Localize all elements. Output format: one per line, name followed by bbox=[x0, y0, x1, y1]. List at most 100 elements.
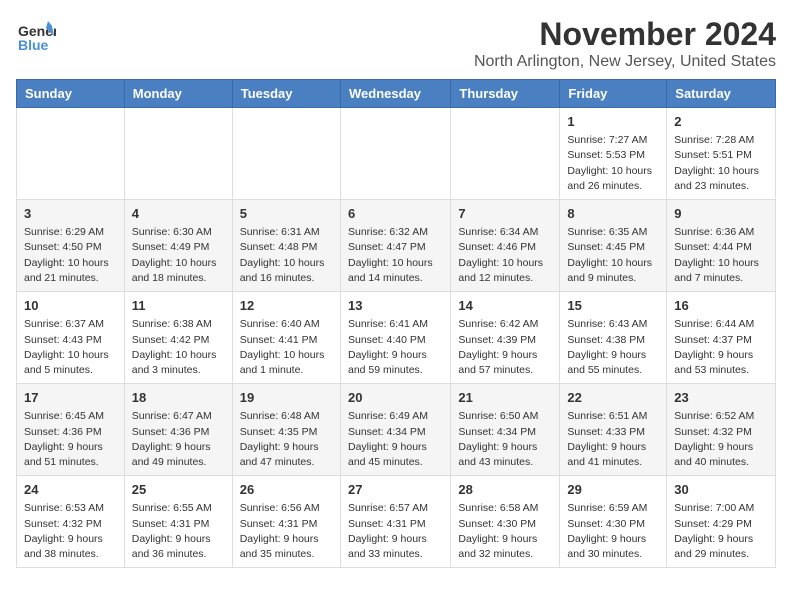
table-row: 6Sunrise: 6:32 AMSunset: 4:47 PMDaylight… bbox=[340, 200, 450, 292]
header-friday: Friday bbox=[560, 80, 667, 108]
table-row: 15Sunrise: 6:43 AMSunset: 4:38 PMDayligh… bbox=[560, 292, 667, 384]
day-number: 7 bbox=[458, 205, 552, 223]
day-number: 25 bbox=[132, 481, 225, 499]
table-row: 17 Sunrise: 6:45 AMSunset: 4:36 PMDayligh… bbox=[17, 384, 125, 476]
day-info: Sunrise: 6:53 AMSunset: 4:32 PMDaylight:… bbox=[24, 501, 117, 562]
table-row: 2Sunrise: 7:28 AMSunset: 5:51 PMDaylight… bbox=[667, 108, 776, 200]
day-number: 5 bbox=[240, 205, 333, 223]
calendar-week-5: 24 Sunrise: 6:53 AMSunset: 4:32 PMDayligh… bbox=[17, 476, 776, 568]
header-thursday: Thursday bbox=[451, 80, 560, 108]
calendar-week-1: 1 Sunrise: 7:27 AMSunset: 5:53 PMDaylight… bbox=[17, 108, 776, 200]
calendar-week-3: 10 Sunrise: 6:37 AMSunset: 4:43 PMDayligh… bbox=[17, 292, 776, 384]
day-number: 26 bbox=[240, 481, 333, 499]
day-number: 16 bbox=[674, 297, 768, 315]
day-number: 2 bbox=[674, 113, 768, 131]
day-info: Sunrise: 6:42 AMSunset: 4:39 PMDaylight:… bbox=[458, 317, 552, 378]
day-info: Sunrise: 6:37 AMSunset: 4:43 PMDaylight:… bbox=[24, 317, 117, 378]
month-title: November 2024 bbox=[474, 16, 776, 53]
day-info: Sunrise: 6:59 AMSunset: 4:30 PMDaylight:… bbox=[567, 501, 659, 562]
day-info: Sunrise: 6:38 AMSunset: 4:42 PMDaylight:… bbox=[132, 317, 225, 378]
day-number: 11 bbox=[132, 297, 225, 315]
table-row bbox=[340, 108, 450, 200]
table-row: 22 Sunrise: 6:51 AMSunset: 4:33 PMDayligh… bbox=[560, 384, 667, 476]
day-info: Sunrise: 6:29 AMSunset: 4:50 PMDaylight:… bbox=[24, 225, 117, 286]
table-row bbox=[17, 108, 125, 200]
header-saturday: Saturday bbox=[667, 80, 776, 108]
day-info: Sunrise: 6:48 AMSunset: 4:35 PMDaylight:… bbox=[240, 409, 333, 470]
day-number: 8 bbox=[567, 205, 659, 223]
table-row: 29Sunrise: 6:59 AMSunset: 4:30 PMDayligh… bbox=[560, 476, 667, 568]
table-row: 20 Sunrise: 6:49 AMSunset: 4:34 PMDayligh… bbox=[340, 384, 450, 476]
day-info: Sunrise: 6:56 AMSunset: 4:31 PMDaylight:… bbox=[240, 501, 333, 562]
location-subtitle: North Arlington, New Jersey, United Stat… bbox=[474, 53, 776, 71]
table-row: 10 Sunrise: 6:37 AMSunset: 4:43 PMDayligh… bbox=[17, 292, 125, 384]
day-info: Sunrise: 6:31 AMSunset: 4:48 PMDaylight:… bbox=[240, 225, 333, 286]
svg-text:Blue: Blue bbox=[18, 37, 49, 53]
table-row: 23Sunrise: 6:52 AMSunset: 4:32 PMDayligh… bbox=[667, 384, 776, 476]
table-row: 16 Sunrise: 6:44 AMSunset: 4:37 PMDayligh… bbox=[667, 292, 776, 384]
day-info: Sunrise: 6:44 AMSunset: 4:37 PMDaylight:… bbox=[674, 317, 768, 378]
day-number: 14 bbox=[458, 297, 552, 315]
day-info: Sunrise: 6:57 AMSunset: 4:31 PMDaylight:… bbox=[348, 501, 443, 562]
table-row: 28Sunrise: 6:58 AMSunset: 4:30 PMDayligh… bbox=[451, 476, 560, 568]
day-number: 19 bbox=[240, 389, 333, 407]
table-row: 12Sunrise: 6:40 AMSunset: 4:41 PMDayligh… bbox=[232, 292, 340, 384]
table-row: 3 Sunrise: 6:29 AMSunset: 4:50 PMDaylight… bbox=[17, 200, 125, 292]
day-number: 28 bbox=[458, 481, 552, 499]
day-info: Sunrise: 6:32 AMSunset: 4:47 PMDaylight:… bbox=[348, 225, 443, 286]
table-row: 9 Sunrise: 6:36 AMSunset: 4:44 PMDaylight… bbox=[667, 200, 776, 292]
table-row: 21 Sunrise: 6:50 AMSunset: 4:34 PMDayligh… bbox=[451, 384, 560, 476]
table-row: 8 Sunrise: 6:35 AMSunset: 4:45 PMDaylight… bbox=[560, 200, 667, 292]
day-number: 3 bbox=[24, 205, 117, 223]
table-row bbox=[232, 108, 340, 200]
page-header: General Blue November 2024 North Arlingt… bbox=[16, 16, 776, 71]
day-number: 21 bbox=[458, 389, 552, 407]
table-row: 24 Sunrise: 6:53 AMSunset: 4:32 PMDayligh… bbox=[17, 476, 125, 568]
day-info: Sunrise: 6:51 AMSunset: 4:33 PMDaylight:… bbox=[567, 409, 659, 470]
day-info: Sunrise: 6:45 AMSunset: 4:36 PMDaylight:… bbox=[24, 409, 117, 470]
table-row bbox=[124, 108, 232, 200]
day-info: Sunrise: 7:27 AMSunset: 5:53 PMDaylight:… bbox=[567, 133, 659, 194]
table-row: 14 Sunrise: 6:42 AMSunset: 4:39 PMDayligh… bbox=[451, 292, 560, 384]
day-number: 4 bbox=[132, 205, 225, 223]
day-info: Sunrise: 6:50 AMSunset: 4:34 PMDaylight:… bbox=[458, 409, 552, 470]
day-number: 13 bbox=[348, 297, 443, 315]
table-row bbox=[451, 108, 560, 200]
table-row: 1 Sunrise: 7:27 AMSunset: 5:53 PMDaylight… bbox=[560, 108, 667, 200]
table-row: 30Sunrise: 7:00 AMSunset: 4:29 PMDayligh… bbox=[667, 476, 776, 568]
day-number: 1 bbox=[567, 113, 659, 131]
logo-icon: General Blue bbox=[16, 16, 56, 56]
day-number: 18 bbox=[132, 389, 225, 407]
table-row: 25Sunrise: 6:55 AMSunset: 4:31 PMDayligh… bbox=[124, 476, 232, 568]
header-monday: Monday bbox=[124, 80, 232, 108]
day-number: 10 bbox=[24, 297, 117, 315]
day-number: 24 bbox=[24, 481, 117, 499]
day-number: 23 bbox=[674, 389, 768, 407]
day-number: 12 bbox=[240, 297, 333, 315]
calendar-header-row: Sunday Monday Tuesday Wednesday Thursday… bbox=[17, 80, 776, 108]
day-info: Sunrise: 6:43 AMSunset: 4:38 PMDaylight:… bbox=[567, 317, 659, 378]
day-number: 9 bbox=[674, 205, 768, 223]
table-row: 4Sunrise: 6:30 AMSunset: 4:49 PMDaylight… bbox=[124, 200, 232, 292]
header-sunday: Sunday bbox=[17, 80, 125, 108]
day-number: 22 bbox=[567, 389, 659, 407]
day-number: 27 bbox=[348, 481, 443, 499]
table-row: 5 Sunrise: 6:31 AMSunset: 4:48 PMDaylight… bbox=[232, 200, 340, 292]
logo: General Blue bbox=[16, 16, 56, 56]
table-row: 7Sunrise: 6:34 AMSunset: 4:46 PMDaylight… bbox=[451, 200, 560, 292]
calendar-table: Sunday Monday Tuesday Wednesday Thursday… bbox=[16, 79, 776, 568]
table-row: 26 Sunrise: 6:56 AMSunset: 4:31 PMDayligh… bbox=[232, 476, 340, 568]
table-row: 19 Sunrise: 6:48 AMSunset: 4:35 PMDayligh… bbox=[232, 384, 340, 476]
header-wednesday: Wednesday bbox=[340, 80, 450, 108]
calendar-week-4: 17 Sunrise: 6:45 AMSunset: 4:36 PMDayligh… bbox=[17, 384, 776, 476]
table-row: 11 Sunrise: 6:38 AMSunset: 4:42 PMDayligh… bbox=[124, 292, 232, 384]
day-info: Sunrise: 6:41 AMSunset: 4:40 PMDaylight:… bbox=[348, 317, 443, 378]
day-number: 17 bbox=[24, 389, 117, 407]
day-info: Sunrise: 6:36 AMSunset: 4:44 PMDaylight:… bbox=[674, 225, 768, 286]
day-info: Sunrise: 6:49 AMSunset: 4:34 PMDaylight:… bbox=[348, 409, 443, 470]
table-row: 13 Sunrise: 6:41 AMSunset: 4:40 PMDayligh… bbox=[340, 292, 450, 384]
day-info: Sunrise: 6:35 AMSunset: 4:45 PMDaylight:… bbox=[567, 225, 659, 286]
day-number: 30 bbox=[674, 481, 768, 499]
day-number: 20 bbox=[348, 389, 443, 407]
table-row: 27 Sunrise: 6:57 AMSunset: 4:31 PMDayligh… bbox=[340, 476, 450, 568]
